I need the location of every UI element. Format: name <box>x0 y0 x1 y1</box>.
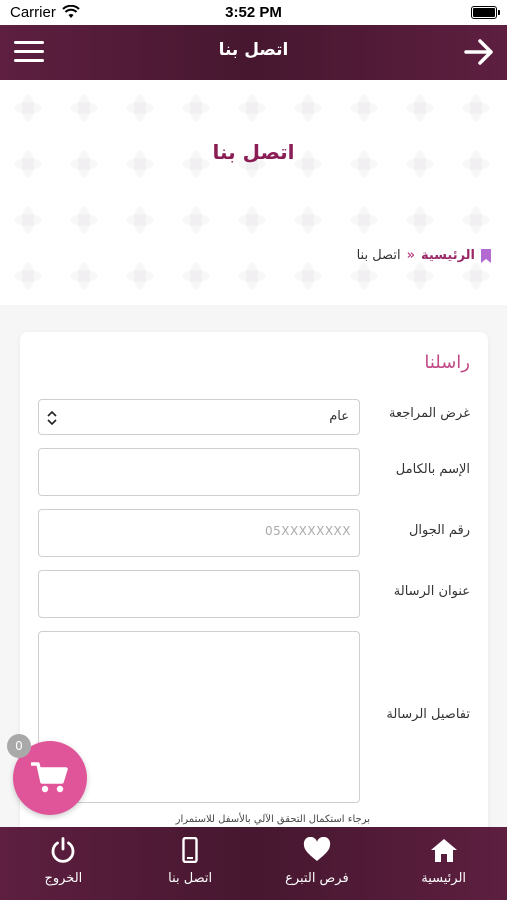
bottom-nav: الرئيسية فرص التبرع اتصل بنا الخروج <box>0 827 507 900</box>
clock: 3:52 PM <box>225 4 282 21</box>
nav-label-contact: اتصل بنا <box>168 871 213 886</box>
fullname-label: الإسم بالكامل <box>395 462 470 477</box>
contact-form-card: راسلنا غرض المراجعة عام الإسم بالكامل رق… <box>20 332 488 872</box>
breadcrumb-separator: » <box>406 248 415 263</box>
mobile-placeholder: 05XXXXXXXX <box>264 524 351 538</box>
captcha-hint: برجاء استكمال التحقق الآلي بالأسفل للاست… <box>175 814 370 825</box>
bookmark-icon <box>481 248 491 263</box>
cart-icon <box>31 762 68 793</box>
home-icon <box>430 837 458 863</box>
purpose-select[interactable]: عام <box>38 399 360 435</box>
heart-icon <box>303 836 331 863</box>
select-arrows-icon <box>47 410 57 426</box>
nav-label-home: الرئيسية <box>421 871 467 886</box>
header-title: اتصل بنا <box>218 40 289 60</box>
nav-item-donation-opportunities[interactable]: فرص التبرع <box>254 827 381 900</box>
cart-count-badge: 0 <box>7 734 31 758</box>
nav-item-home[interactable]: الرئيسية <box>380 827 507 900</box>
battery-icon <box>471 6 500 19</box>
app-header: اتصل بنا <box>0 25 507 80</box>
nav-item-logout[interactable]: الخروج <box>0 827 127 900</box>
nav-label-logout: الخروج <box>44 871 83 886</box>
subject-input[interactable] <box>38 570 360 618</box>
subject-label: عنوان الرسالة <box>393 584 470 599</box>
hero-banner: اتصل بنا الرئيسية » اتصل بنا <box>0 80 507 305</box>
page-title: اتصل بنا <box>212 140 295 164</box>
purpose-selected-value: عام <box>329 409 349 424</box>
breadcrumb-current: اتصل بنا <box>356 248 401 263</box>
mobile-phone-icon <box>176 836 204 864</box>
details-label: تفاصيل الرسالة <box>386 707 470 722</box>
breadcrumb-home-link[interactable]: الرئيسية <box>421 248 475 263</box>
arrow-right-icon[interactable] <box>463 37 495 67</box>
nav-label-donation: فرص التبرع <box>285 871 349 886</box>
breadcrumb: الرئيسية » اتصل بنا <box>357 248 491 263</box>
status-bar: Carrier 3:52 PM <box>0 0 507 25</box>
power-icon <box>49 837 77 863</box>
mobile-label: رقم الجوال <box>408 523 470 538</box>
mobile-input[interactable]: 05XXXXXXXX <box>38 509 360 557</box>
nav-item-contact[interactable]: اتصل بنا <box>127 827 254 900</box>
form-title: راسلنا <box>424 352 470 373</box>
fullname-input[interactable] <box>38 448 360 496</box>
purpose-label: غرض المراجعة <box>389 406 470 421</box>
